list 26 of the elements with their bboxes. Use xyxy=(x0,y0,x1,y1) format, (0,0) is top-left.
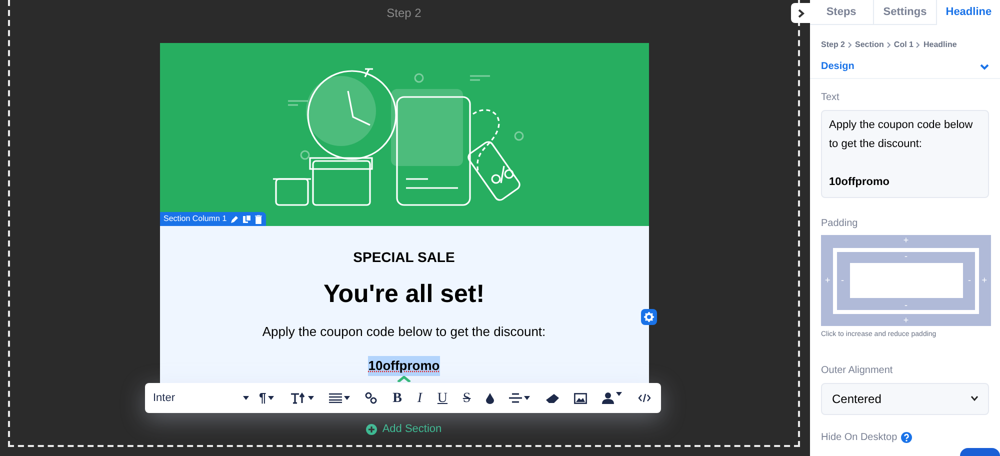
field-label: Outer Alignment xyxy=(821,364,894,378)
font-select[interactable]: Inter xyxy=(153,390,249,406)
field-label: Text xyxy=(821,91,840,105)
panel-tab[interactable]: Steps xyxy=(810,0,874,25)
add-section-button[interactable]: Add Section xyxy=(366,421,442,438)
coupon-code: 10offpromo xyxy=(368,356,440,376)
toolbar-button[interactable]: S xyxy=(462,388,471,408)
eyebrow-text: SPECIAL SALE xyxy=(353,248,455,267)
design-section-header[interactable]: Design xyxy=(810,55,1000,79)
breadcrumb-item[interactable]: Headline xyxy=(923,39,957,51)
field-label: Padding xyxy=(821,217,859,231)
toolbar-button[interactable]: B xyxy=(392,388,402,408)
breadcrumb-item[interactable]: Col 1 xyxy=(894,39,914,51)
section-label-text: Section Column 1 xyxy=(164,213,227,225)
breadcrumb-item[interactable]: Section xyxy=(855,39,884,51)
body-text: Apply the coupon code below to get the discount: xyxy=(262,322,546,341)
toolbar-button[interactable]: I xyxy=(417,388,422,408)
paragraph-button[interactable]: ¶ xyxy=(259,388,274,408)
toolbar-button[interactable]: U xyxy=(437,388,448,408)
alignment-select[interactable]: Centered xyxy=(821,382,989,414)
panel-tab[interactable]: Settings xyxy=(874,0,938,25)
text-input[interactable]: Apply the coupon code below to get the discount: 10offpromo xyxy=(821,110,989,198)
breadcrumb-item[interactable]: Step 2 xyxy=(821,39,846,51)
headline: You're all set! xyxy=(323,279,485,310)
field-label: Hide On Desktop xyxy=(821,430,898,444)
step-title: Step 2 xyxy=(386,5,422,22)
